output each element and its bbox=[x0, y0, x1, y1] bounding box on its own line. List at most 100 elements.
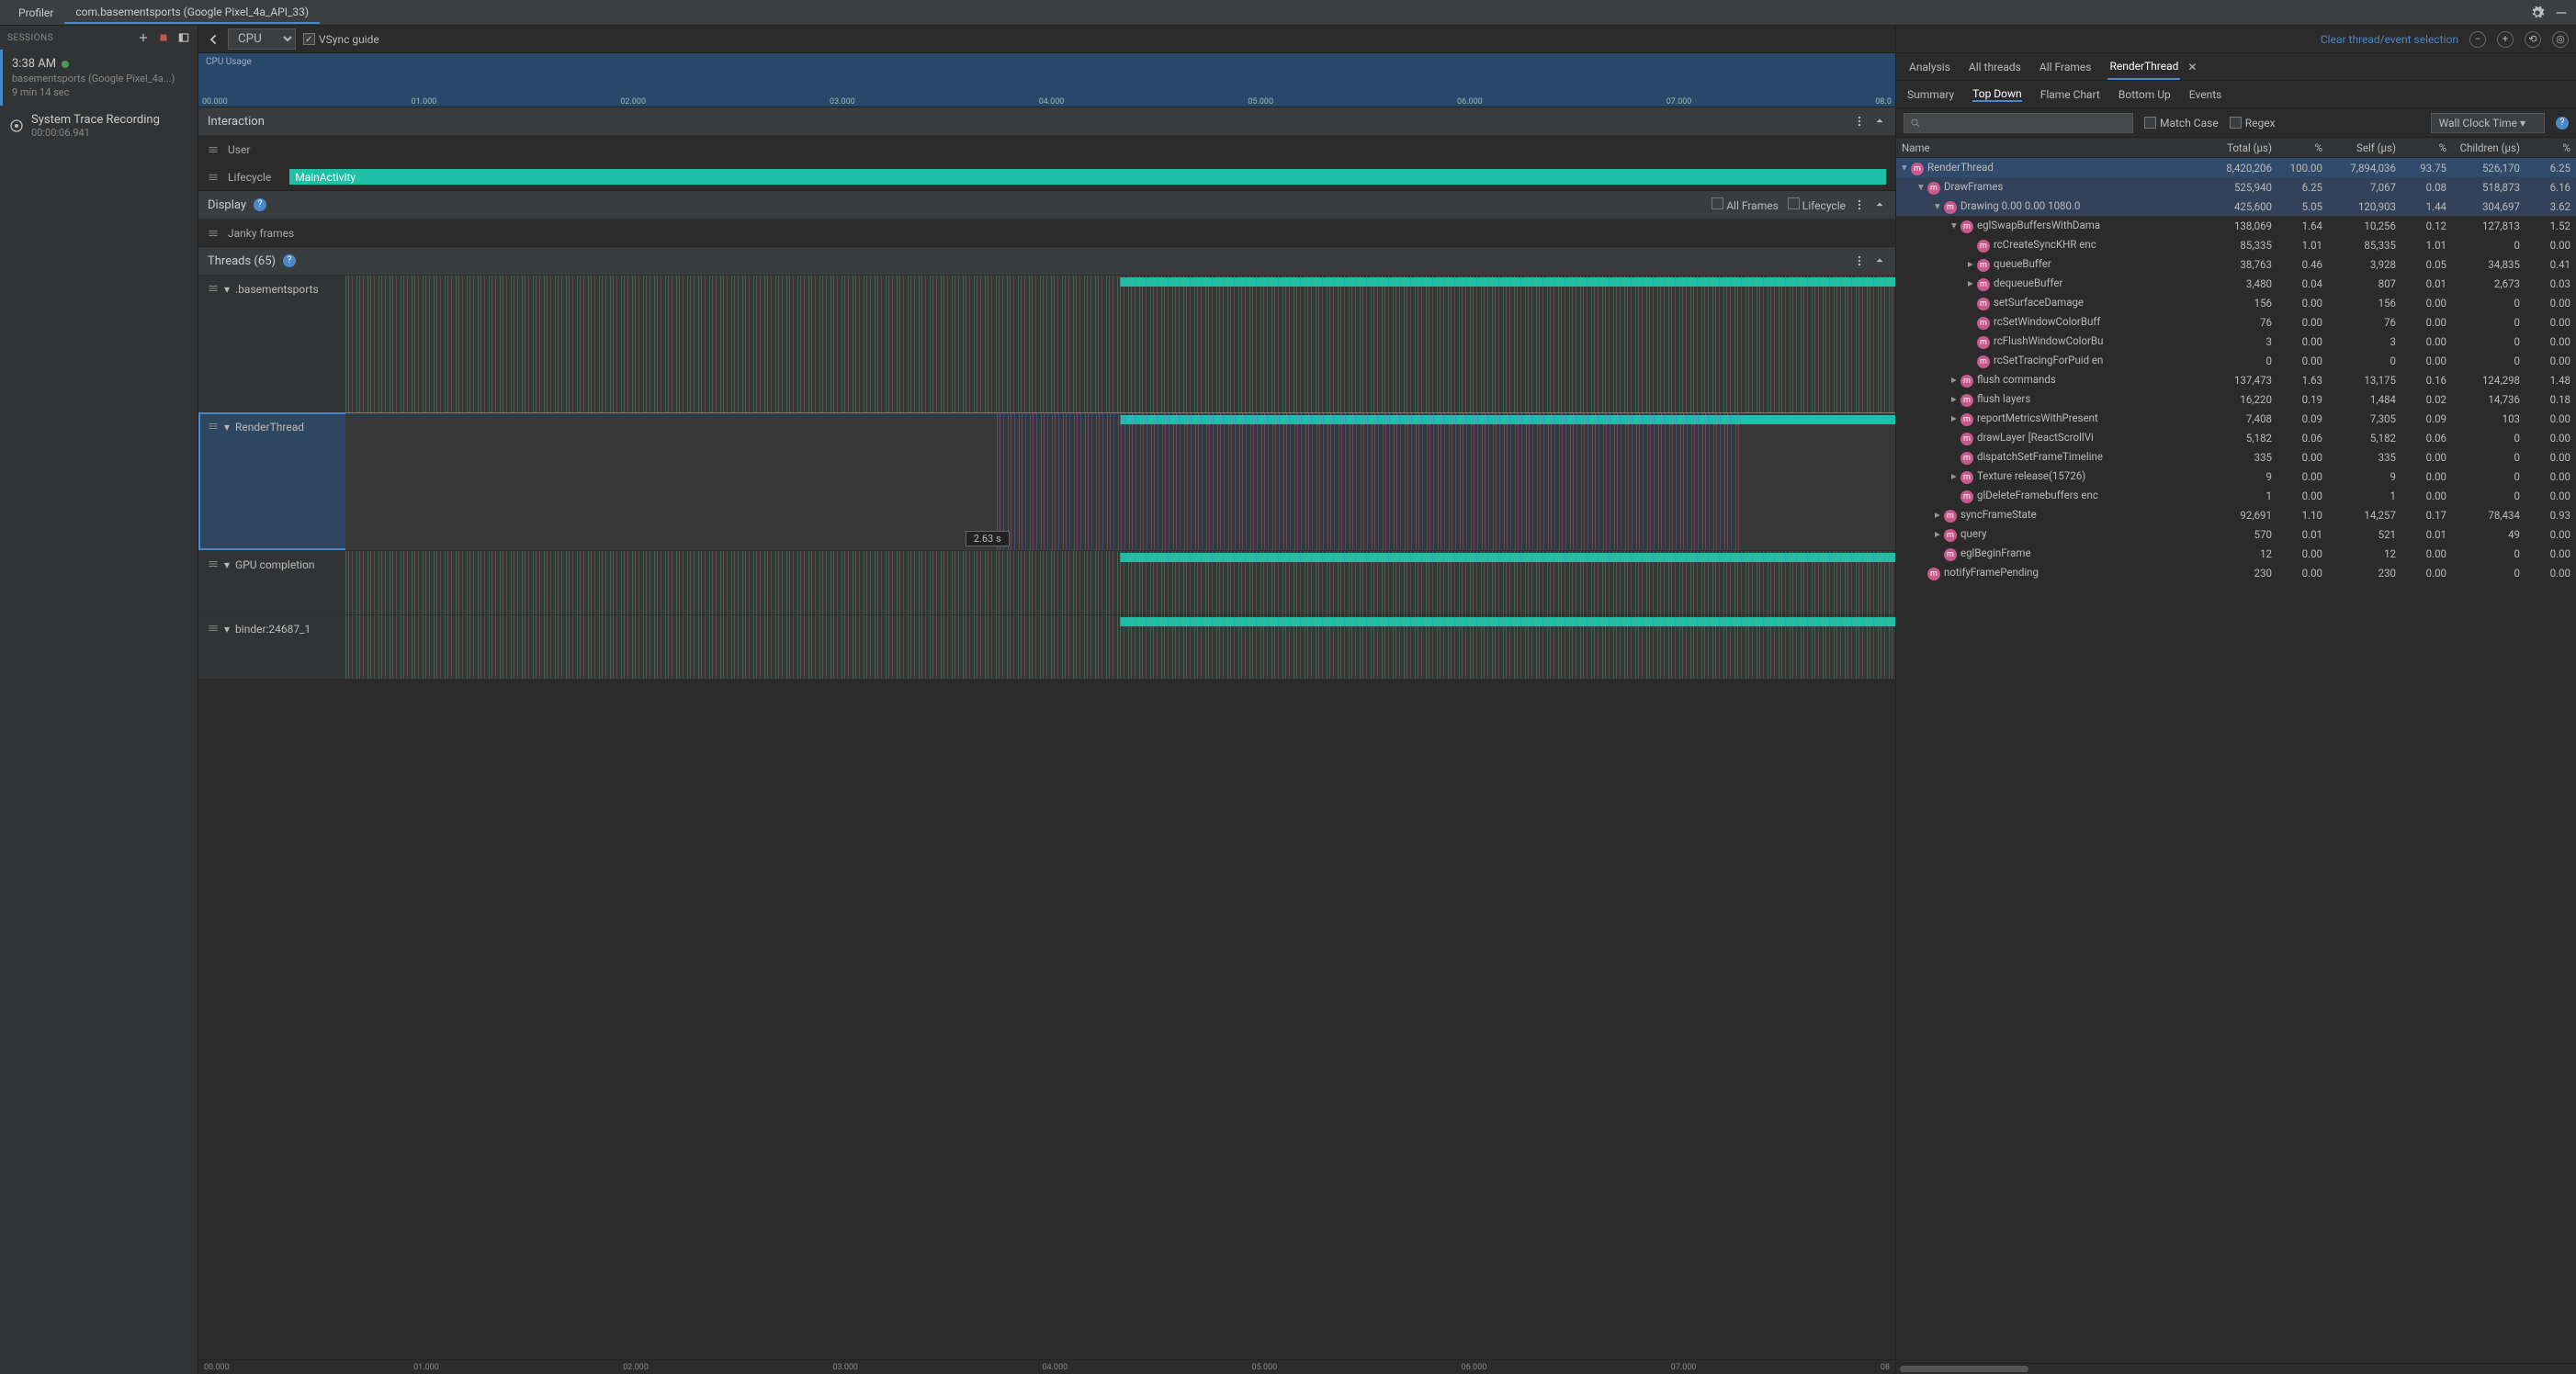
search-input[interactable] bbox=[1904, 113, 2133, 133]
table-row[interactable]: ▸msyncFrameState 92,691 1.10 14,257 0.17… bbox=[1896, 505, 2576, 524]
horizontal-scrollbar[interactable] bbox=[1896, 1363, 2576, 1374]
profiler-tab[interactable]: Profiler bbox=[7, 3, 64, 23]
caret-icon[interactable] bbox=[1968, 354, 1977, 366]
caret-icon[interactable] bbox=[1935, 546, 1944, 559]
back-icon[interactable] bbox=[206, 32, 220, 47]
thread-trace[interactable]: 2.63 s bbox=[345, 413, 1895, 550]
caret-icon[interactable]: ▸ bbox=[1935, 527, 1944, 540]
col-self-pct[interactable]: % bbox=[2401, 141, 2452, 154]
more-icon[interactable] bbox=[1853, 115, 1866, 128]
col-total[interactable]: Total (μs) bbox=[2204, 141, 2277, 154]
caret-icon[interactable] bbox=[1951, 450, 1960, 463]
caret-icon[interactable]: ▾ bbox=[1935, 199, 1944, 212]
caret-icon[interactable] bbox=[1968, 334, 1977, 347]
caret-icon[interactable] bbox=[1968, 296, 1977, 309]
thread-row[interactable]: ▾ binder:24687_1 bbox=[198, 614, 1895, 679]
table-row[interactable]: ▸mTexture release(15726) 9 0.00 9 0.00 0… bbox=[1896, 467, 2576, 486]
caret-icon[interactable]: ▸ bbox=[1968, 257, 1977, 270]
analysis-tab[interactable]: RenderThread bbox=[2107, 54, 2180, 80]
caret-icon[interactable]: ▸ bbox=[1951, 373, 1960, 386]
recording-item[interactable]: System Trace Recording 00:00:06.941 bbox=[0, 106, 198, 146]
process-tab[interactable]: com.basementsports (Google Pixel_4a_API_… bbox=[64, 2, 320, 24]
subtab[interactable]: Events bbox=[2189, 88, 2222, 101]
match-case-checkbox[interactable]: Match Case bbox=[2144, 117, 2219, 130]
session-item[interactable]: 3:38 AM basementsports (Google Pixel_4a.… bbox=[0, 50, 198, 106]
table-row[interactable]: mrcCreateSyncKHR enc 85,335 1.01 85,335 … bbox=[1896, 235, 2576, 254]
subtab[interactable]: Top Down bbox=[1972, 87, 2022, 102]
reset-zoom-icon[interactable]: ⟲ bbox=[2525, 31, 2541, 48]
analysis-tab[interactable]: All threads bbox=[1967, 55, 2023, 79]
table-row[interactable]: meglBeginFrame 12 0.00 12 0.00 0 0.00 bbox=[1896, 544, 2576, 563]
table-row[interactable]: ▾mRenderThread 8,420,206 100.00 7,894,03… bbox=[1896, 158, 2576, 177]
caret-icon[interactable]: ▾ bbox=[224, 558, 230, 571]
col-children-pct[interactable]: % bbox=[2525, 141, 2576, 154]
cpu-usage-timeline[interactable]: CPU Usage 00.00001.00002.00003.00004.000… bbox=[198, 53, 1895, 107]
thread-row[interactable]: ▾ RenderThread 2.63 s bbox=[198, 412, 1895, 550]
table-row[interactable]: ▸mreportMetricsWithPresent 7,408 0.09 7,… bbox=[1896, 409, 2576, 428]
minimize-icon[interactable] bbox=[2554, 6, 2569, 20]
zoom-out-icon[interactable]: − bbox=[2469, 31, 2486, 48]
col-name[interactable]: Name bbox=[1896, 141, 2204, 154]
zoom-in-icon[interactable]: + bbox=[2497, 31, 2514, 48]
table-row[interactable]: msetSurfaceDamage 156 0.00 156 0.00 0 0.… bbox=[1896, 293, 2576, 312]
caret-icon[interactable]: ▾ bbox=[224, 421, 230, 434]
help-icon[interactable]: ? bbox=[2556, 117, 2569, 130]
thread-trace[interactable] bbox=[345, 276, 1895, 412]
thread-row[interactable]: ▾ .basementsports bbox=[198, 275, 1895, 412]
profiler-selector[interactable]: CPU bbox=[228, 28, 296, 50]
caret-icon[interactable]: ▸ bbox=[1951, 469, 1960, 482]
collapse-icon[interactable] bbox=[1873, 254, 1886, 267]
thread-row[interactable]: ▾ GPU completion bbox=[198, 550, 1895, 614]
thread-trace[interactable] bbox=[345, 615, 1895, 679]
table-row[interactable]: mglDeleteFramebuffers enc 1 0.00 1 0.00 … bbox=[1896, 486, 2576, 505]
clock-dropdown[interactable]: Wall Clock Time ▾ bbox=[2431, 113, 2545, 133]
subtab[interactable]: Flame Chart bbox=[2040, 88, 2100, 101]
caret-icon[interactable]: ▾ bbox=[224, 623, 230, 636]
table-row[interactable]: ▸mquery 570 0.01 521 0.01 49 0.00 bbox=[1896, 524, 2576, 544]
close-icon[interactable]: ✕ bbox=[2187, 61, 2197, 73]
table-row[interactable]: ▸mflush commands 137,473 1.63 13,175 0.1… bbox=[1896, 370, 2576, 389]
table-row[interactable]: mdispatchSetFrameTimeline 335 0.00 335 0… bbox=[1896, 447, 2576, 467]
caret-icon[interactable]: ▾ bbox=[1951, 219, 1960, 231]
clear-selection-link[interactable]: Clear thread/event selection bbox=[2321, 33, 2458, 46]
caret-icon[interactable] bbox=[1951, 489, 1960, 501]
table-row[interactable]: mnotifyFramePending 230 0.00 230 0.00 0 … bbox=[1896, 563, 2576, 582]
collapse-icon[interactable] bbox=[1873, 115, 1886, 128]
all-frames-checkbox[interactable]: All Frames bbox=[1712, 197, 1779, 212]
analysis-tab[interactable]: Analysis bbox=[1907, 55, 1952, 79]
zoom-selection-icon[interactable]: ◎ bbox=[2552, 31, 2569, 48]
stop-icon[interactable] bbox=[157, 31, 170, 44]
help-icon[interactable]: ? bbox=[283, 254, 296, 267]
caret-icon[interactable]: ▸ bbox=[1968, 276, 1977, 289]
col-total-pct[interactable]: % bbox=[2277, 141, 2328, 154]
caret-icon[interactable] bbox=[1951, 431, 1960, 444]
caret-icon[interactable]: ▾ bbox=[1918, 180, 1927, 193]
panel-icon[interactable] bbox=[177, 31, 190, 44]
table-row[interactable]: ▸mdequeueBuffer 3,480 0.04 807 0.01 2,67… bbox=[1896, 274, 2576, 293]
table-row[interactable]: ▾mDrawFrames 525,940 6.25 7,067 0.08 518… bbox=[1896, 177, 2576, 197]
caret-icon[interactable] bbox=[1968, 315, 1977, 328]
caret-icon[interactable]: ▸ bbox=[1951, 411, 1960, 424]
caret-icon[interactable]: ▸ bbox=[1951, 392, 1960, 405]
janky-frames-row[interactable]: Janky frames bbox=[198, 219, 1895, 246]
regex-checkbox[interactable]: Regex bbox=[2230, 117, 2276, 130]
table-row[interactable]: ▾meglSwapBuffersWithDama 138,069 1.64 10… bbox=[1896, 216, 2576, 235]
table-row[interactable]: ▾mDrawing 0.00 0.00 1080.0 425,600 5.05 … bbox=[1896, 197, 2576, 216]
search-field[interactable] bbox=[1921, 117, 2127, 130]
more-icon[interactable] bbox=[1853, 254, 1866, 267]
col-children[interactable]: Children (μs) bbox=[2452, 141, 2525, 154]
analysis-tab[interactable]: All Frames bbox=[2038, 55, 2094, 79]
help-icon[interactable]: ? bbox=[254, 198, 266, 211]
table-row[interactable]: mdrawLayer [ReactScrollVi 5,182 0.06 5,1… bbox=[1896, 428, 2576, 447]
table-row[interactable]: ▸mqueueBuffer 38,763 0.46 3,928 0.05 34,… bbox=[1896, 254, 2576, 274]
table-row[interactable]: mrcSetTracingForPuid en 0 0.00 0 0.00 0 … bbox=[1896, 351, 2576, 370]
user-row[interactable]: User bbox=[198, 135, 1895, 163]
plus-icon[interactable] bbox=[137, 31, 150, 44]
caret-icon[interactable]: ▾ bbox=[224, 283, 230, 296]
activity-bar[interactable]: MainActivity bbox=[289, 169, 1886, 185]
subtab[interactable]: Bottom Up bbox=[2118, 88, 2171, 101]
caret-icon[interactable]: ▾ bbox=[1902, 161, 1911, 174]
subtab[interactable]: Summary bbox=[1907, 88, 1954, 101]
table-row[interactable]: mrcFlushWindowColorBu 3 0.00 3 0.00 0 0.… bbox=[1896, 332, 2576, 351]
caret-icon[interactable] bbox=[1968, 238, 1977, 251]
